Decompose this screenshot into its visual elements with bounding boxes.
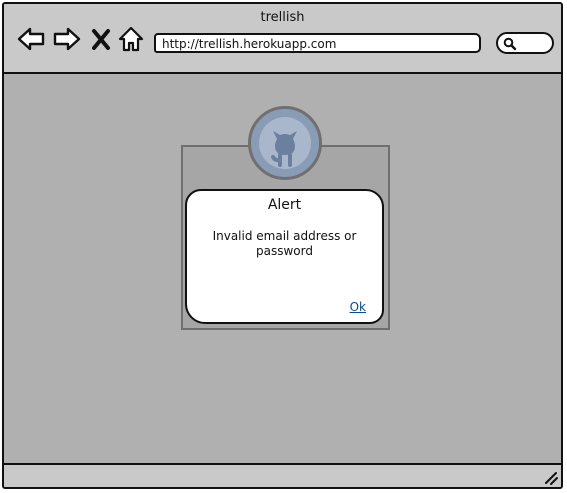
browser-toolbar: trellish http://trellish.herokuapp.com: [4, 4, 561, 74]
window-title: trellish: [260, 10, 305, 25]
search-icon: [503, 37, 517, 51]
arrow-right-icon[interactable]: [52, 24, 82, 54]
close-icon[interactable]: [90, 24, 112, 54]
browser-window: trellish http://trellish.herokuapp.com A…: [2, 2, 563, 489]
home-icon[interactable]: [118, 24, 144, 54]
ok-button[interactable]: Ok: [350, 300, 366, 314]
alert-dialog: Alert Invalid email address or password …: [185, 189, 384, 324]
status-bar: [4, 463, 561, 487]
arrow-left-icon[interactable]: [16, 24, 46, 54]
alert-message: Invalid email address or password: [212, 229, 357, 258]
resize-grip-icon[interactable]: [542, 469, 558, 485]
search-input[interactable]: [496, 32, 554, 54]
address-bar[interactable]: http://trellish.herokuapp.com: [154, 33, 481, 53]
alert-title: Alert: [267, 197, 302, 213]
github-octocat-icon: [248, 106, 322, 180]
